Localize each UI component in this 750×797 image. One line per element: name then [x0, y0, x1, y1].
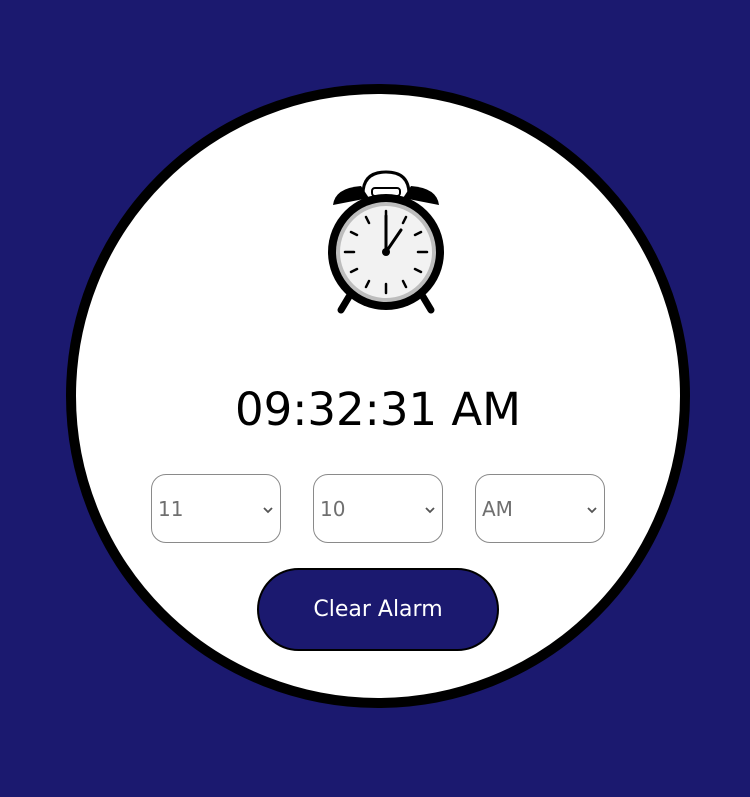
chevron-down-icon — [425, 507, 435, 514]
minute-select[interactable]: 10 — [313, 474, 443, 543]
chevron-down-icon — [263, 507, 273, 514]
alarm-clock-card: 09:32:31 AM 11 10 AM Clear Alarm — [66, 84, 690, 708]
ampm-select[interactable]: AM — [475, 474, 605, 543]
alarm-clock-icon — [328, 170, 444, 314]
ampm-select-value: AM — [482, 497, 513, 521]
clear-alarm-button[interactable]: Clear Alarm — [257, 568, 499, 651]
chevron-down-icon — [587, 507, 597, 514]
hour-select[interactable]: 11 — [151, 474, 281, 543]
minute-select-value: 10 — [320, 497, 346, 521]
current-time: 09:32:31 AM — [234, 383, 522, 436]
hour-select-value: 11 — [158, 497, 184, 521]
